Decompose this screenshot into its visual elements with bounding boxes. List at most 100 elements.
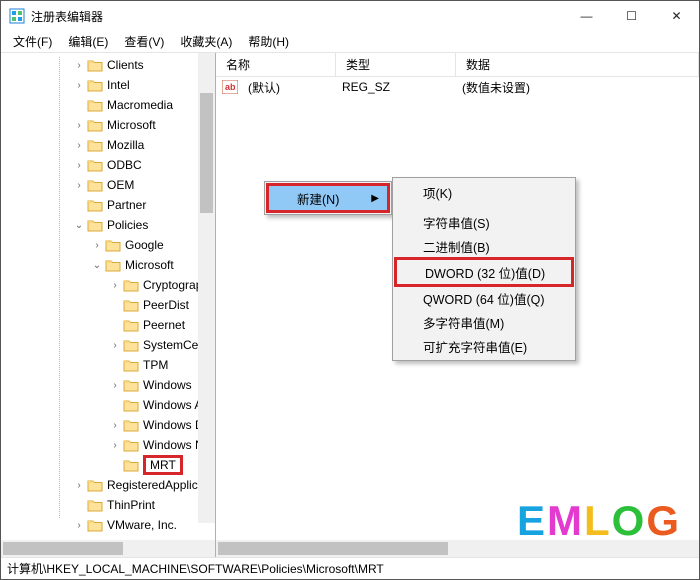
tree-node-label: OEM: [107, 178, 134, 192]
tree-node-label: Partner: [107, 198, 146, 212]
submenu-item-string[interactable]: 字符串值(S): [395, 210, 573, 234]
tree-node[interactable]: PeerDist: [1, 295, 215, 315]
tree-node[interactable]: ›Microsoft: [1, 115, 215, 135]
tree-node[interactable]: ›Clients: [1, 55, 215, 75]
chevron-down-icon[interactable]: ⌄: [73, 220, 85, 231]
chevron-right-icon[interactable]: ›: [109, 420, 121, 431]
menubar: 文件(F) 编辑(E) 查看(V) 收藏夹(A) 帮助(H): [1, 31, 699, 53]
col-data[interactable]: 数据: [456, 52, 699, 77]
menu-edit[interactable]: 编辑(E): [60, 31, 116, 52]
chevron-right-icon[interactable]: ›: [73, 520, 85, 531]
submenu-item-key[interactable]: 项(K): [395, 180, 573, 204]
tree-node[interactable]: ›Mozilla: [1, 135, 215, 155]
tree-node[interactable]: › ODBC: [1, 155, 215, 175]
submenu-item-multistring[interactable]: 多字符串值(M): [395, 310, 573, 334]
tree-node[interactable]: ›VMware, Inc.: [1, 515, 215, 535]
chevron-right-icon[interactable]: ›: [109, 280, 121, 291]
tree-node[interactable]: Partner: [1, 195, 215, 215]
scrollbar-thumb[interactable]: [200, 93, 213, 213]
tree-node[interactable]: ThinPrint: [1, 495, 215, 515]
submenu-item-dword[interactable]: DWORD (32 位)值(D): [397, 260, 571, 284]
chevron-right-icon[interactable]: ›: [91, 240, 103, 251]
tree-node[interactable]: ›RegisteredApplica: [1, 475, 215, 495]
tree-scrollbar-vertical[interactable]: [198, 53, 215, 523]
list-row-default[interactable]: ab (默认) REG_SZ (数值未设置): [216, 77, 699, 97]
tree-node[interactable]: ›Intel: [1, 75, 215, 95]
chevron-right-icon[interactable]: ›: [109, 440, 121, 451]
tree-node-label: ODBC: [107, 158, 142, 172]
tree-node[interactable]: › Windows D: [1, 415, 215, 435]
tree-node-label: Windows N: [143, 438, 204, 452]
chevron-right-icon[interactable]: ›: [73, 140, 85, 151]
chevron-right-icon[interactable]: ›: [73, 120, 85, 131]
folder-icon: [105, 238, 121, 252]
menu-help[interactable]: 帮助(H): [240, 31, 297, 52]
chevron-right-icon[interactable]: ›: [73, 180, 85, 191]
titlebar[interactable]: 注册表编辑器 — ☐ ✕: [1, 1, 699, 31]
tree-node[interactable]: Windows A: [1, 395, 215, 415]
folder-icon: [87, 518, 103, 532]
context-menu: 新建(N) ▶: [264, 181, 392, 215]
tree-scrollbar-horizontal[interactable]: [1, 540, 215, 557]
tree-node[interactable]: Peernet: [1, 315, 215, 335]
folder-icon: [87, 58, 103, 72]
status-path: 计算机\HKEY_LOCAL_MACHINE\SOFTWARE\Policies…: [7, 560, 384, 577]
tree-node-label: Windows D: [143, 418, 204, 432]
folder-icon: [87, 98, 103, 112]
folder-icon: [87, 138, 103, 152]
tree-node-label: Windows: [143, 378, 192, 392]
submenu-label: 字符串值(S): [423, 213, 490, 232]
submenu-label: 可扩充字符串值(E): [423, 337, 527, 356]
regedit-window: 注册表编辑器 — ☐ ✕ 文件(F) 编辑(E) 查看(V) 收藏夹(A) 帮助…: [0, 0, 700, 580]
list-body[interactable]: ab (默认) REG_SZ (数值未设置) 新建(N) ▶: [216, 77, 699, 540]
menu-favorites[interactable]: 收藏夹(A): [172, 31, 240, 52]
folder-icon: [123, 318, 139, 332]
minimize-button[interactable]: —: [564, 1, 609, 31]
chevron-right-icon[interactable]: ›: [109, 340, 121, 351]
tree-node[interactable]: ›SystemCert: [1, 335, 215, 355]
submenu-item-expandstring[interactable]: 可扩充字符串值(E): [395, 334, 573, 358]
folder-icon: [87, 158, 103, 172]
chevron-right-icon[interactable]: ›: [109, 380, 121, 391]
tree-node[interactable]: ⌄Policies: [1, 215, 215, 235]
tree-node[interactable]: › OEM: [1, 175, 215, 195]
menu-file[interactable]: 文件(F): [5, 31, 60, 52]
tree-node-label: ThinPrint: [107, 498, 155, 512]
app-icon: [9, 8, 25, 24]
maximize-button[interactable]: ☐: [609, 1, 654, 31]
tree-node-label: PeerDist: [143, 298, 189, 312]
tree-node-label: Peernet: [143, 318, 185, 332]
chevron-right-icon[interactable]: ›: [73, 60, 85, 71]
tree-node[interactable]: ›Cryptograp: [1, 275, 215, 295]
context-submenu: 项(K) 字符串值(S) 二进制值(B) DWORD (32 位)值(D) QW…: [392, 177, 576, 361]
tree-node[interactable]: ⌄Microsoft: [1, 255, 215, 275]
menu-view[interactable]: 查看(V): [116, 31, 172, 52]
statusbar: 计算机\HKEY_LOCAL_MACHINE\SOFTWARE\Policies…: [1, 557, 699, 579]
tree-node[interactable]: › Windows N: [1, 435, 215, 455]
folder-icon: [123, 298, 139, 312]
body: ›Clients›IntelMacromedia›Microsoft›Mozil…: [1, 53, 699, 557]
tree[interactable]: ›Clients›IntelMacromedia›Microsoft›Mozil…: [1, 53, 215, 540]
context-item-new[interactable]: 新建(N) ▶: [269, 186, 387, 210]
tree-node[interactable]: Macromedia: [1, 95, 215, 115]
close-button[interactable]: ✕: [654, 1, 699, 31]
folder-icon: [87, 78, 103, 92]
tree-node[interactable]: MRT: [1, 455, 215, 475]
scrollbar-thumb[interactable]: [218, 542, 448, 555]
folder-icon: [123, 338, 139, 352]
col-type[interactable]: 类型: [336, 52, 456, 77]
folder-icon: [123, 278, 139, 292]
chevron-down-icon[interactable]: ⌄: [91, 260, 103, 271]
col-name[interactable]: 名称: [216, 52, 336, 77]
chevron-right-icon[interactable]: ›: [73, 480, 85, 491]
tree-node[interactable]: TPM: [1, 355, 215, 375]
submenu-item-binary[interactable]: 二进制值(B): [395, 234, 573, 258]
submenu-item-qword[interactable]: QWORD (64 位)值(Q): [395, 286, 573, 310]
scrollbar-thumb[interactable]: [3, 542, 123, 555]
chevron-right-icon[interactable]: ›: [73, 80, 85, 91]
tree-node[interactable]: › Windows: [1, 375, 215, 395]
folder-icon: [87, 478, 103, 492]
chevron-right-icon[interactable]: ›: [73, 160, 85, 171]
tree-node[interactable]: ›Google: [1, 235, 215, 255]
folder-icon: [123, 358, 139, 372]
